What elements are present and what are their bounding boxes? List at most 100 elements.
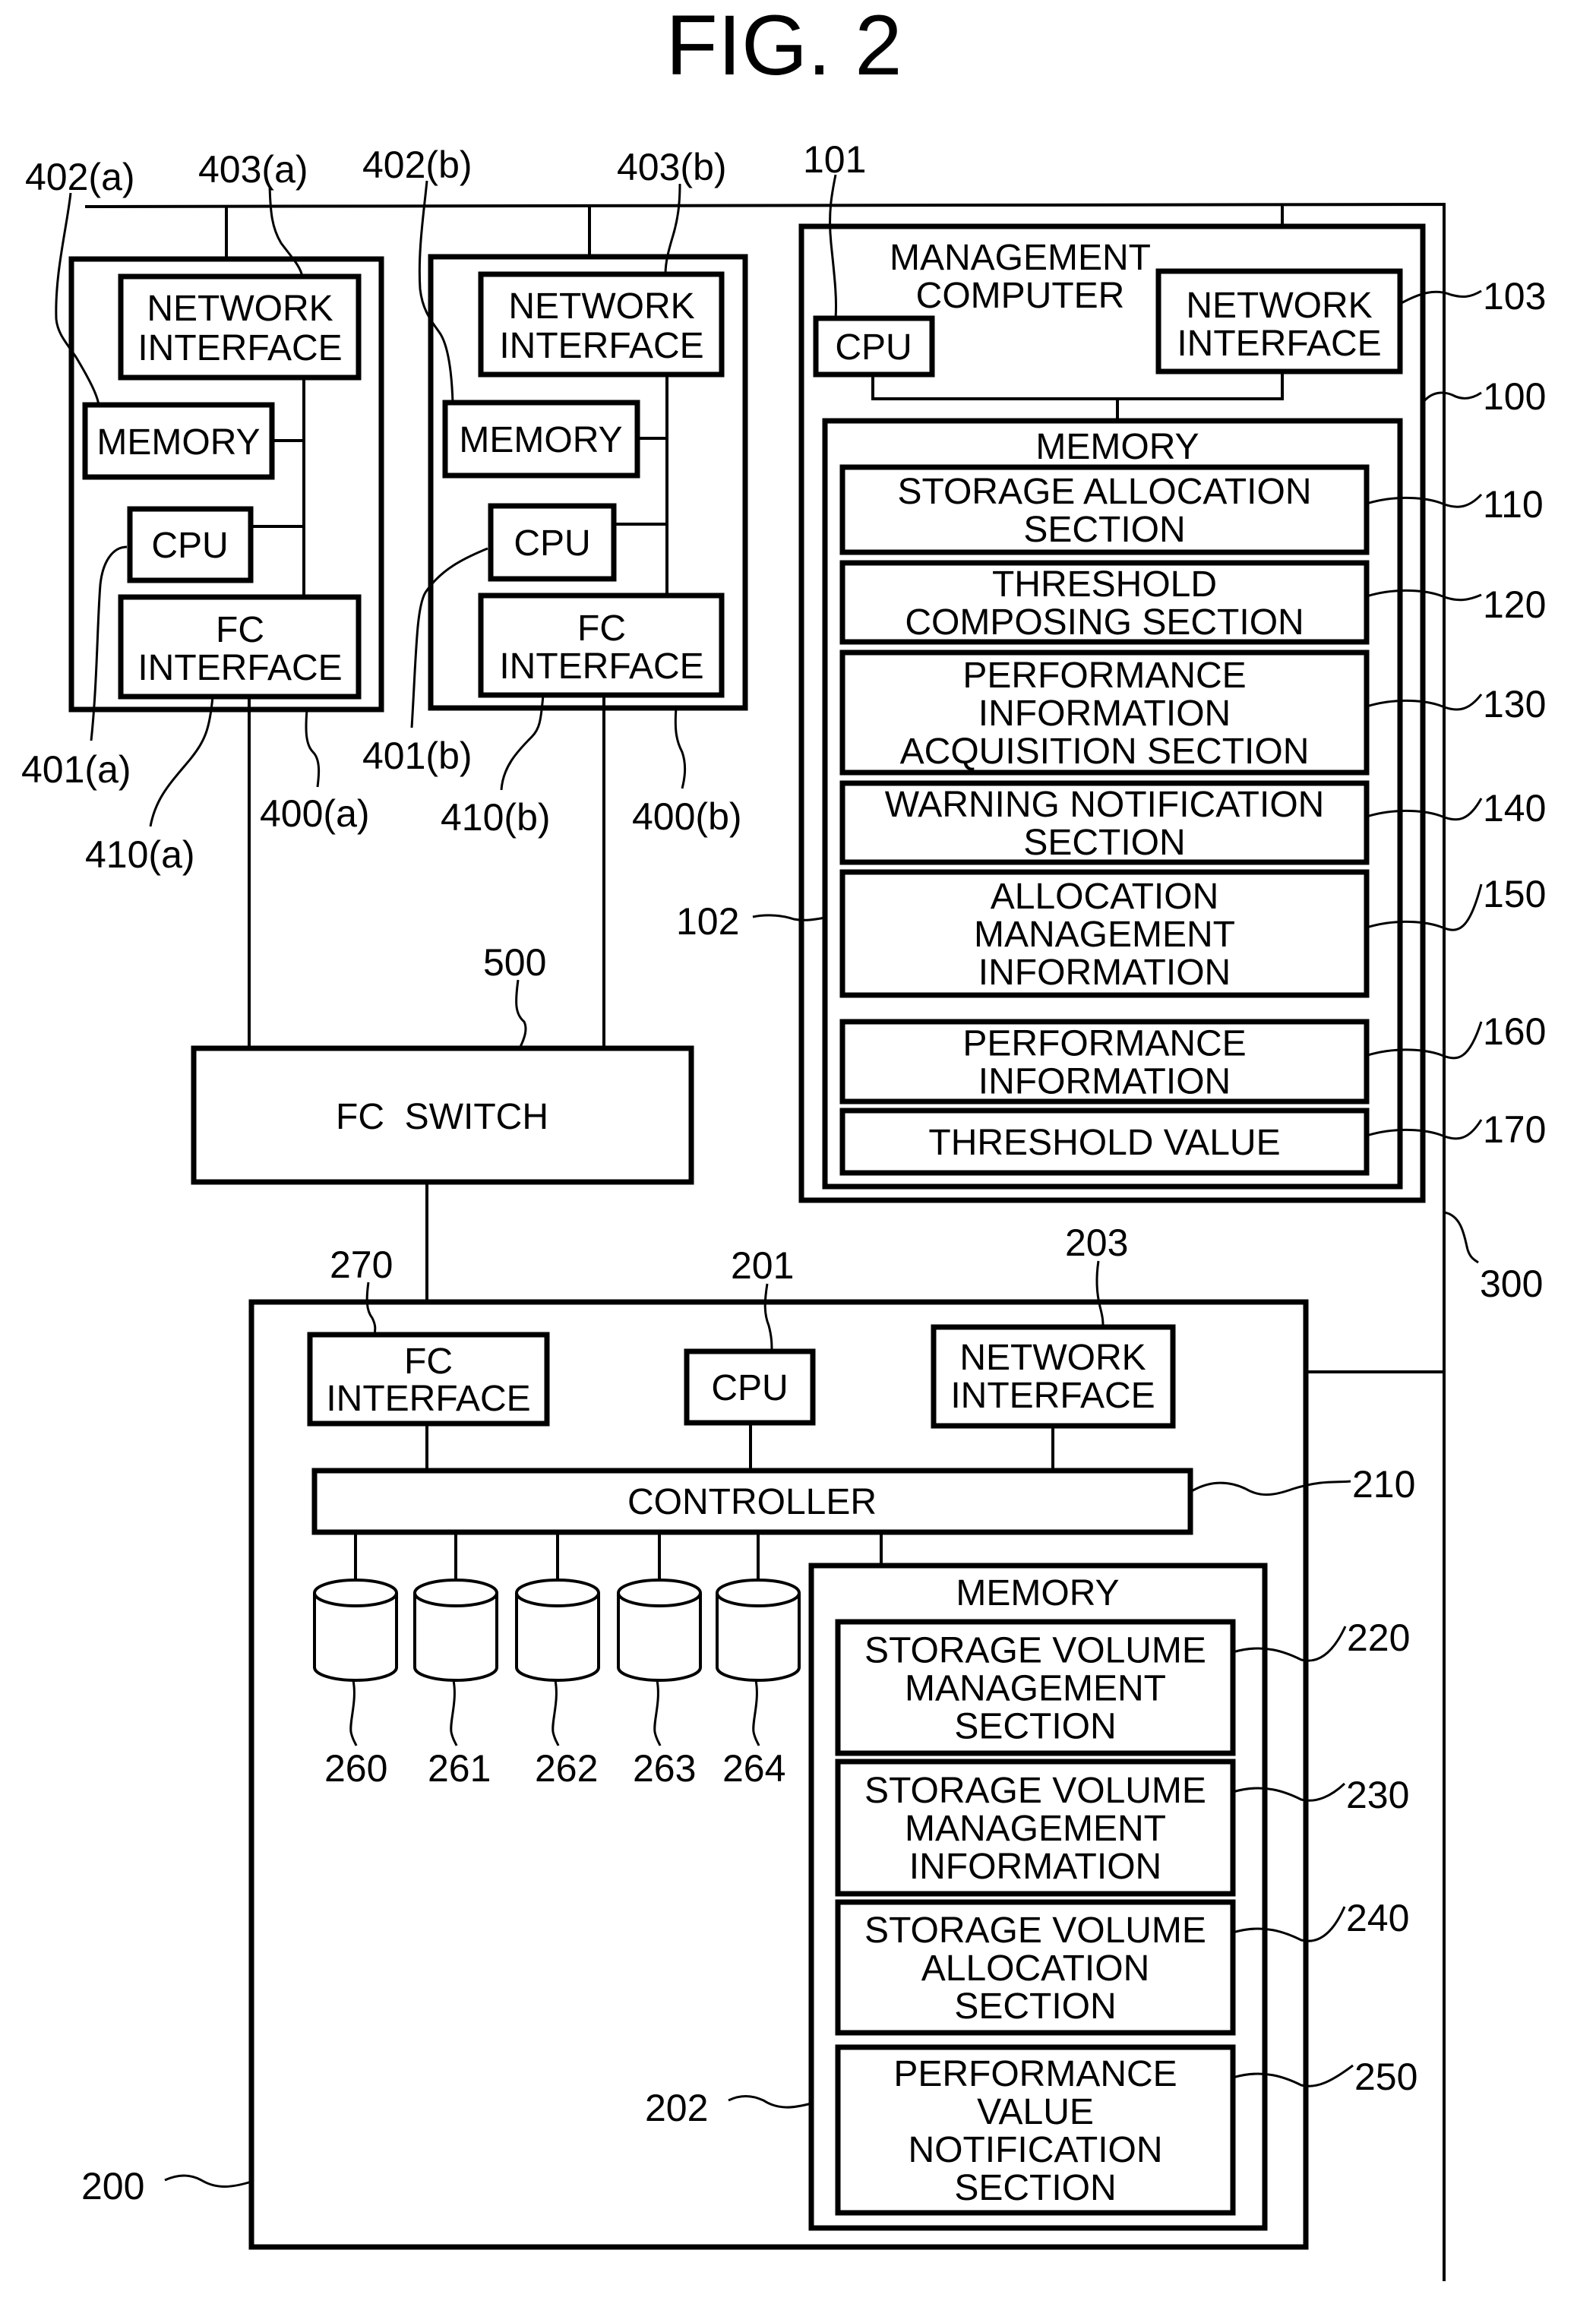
storage-memory-sections: STORAGE VOLUMEMANAGEMENTSECTION220STORAG… [835,1616,1417,2216]
ref-220: 220 [1347,1616,1410,1659]
ref-261: 261 [428,1747,491,1790]
ref-410a: 410(a) [85,833,195,876]
leader-100 [1421,391,1482,403]
storage-fc-interface-label-1: FC [404,1342,453,1382]
host-b-memory-label: MEMORY [459,420,622,460]
leader-400b [674,707,687,789]
mgmt-cpu-label: CPU [835,327,912,368]
host-b-cpu-label: CPU [514,523,590,564]
storage-section-250-label-2: VALUE [977,2092,1094,2132]
storage-section-240-label-1: STORAGE VOLUME [864,1910,1206,1951]
ref-263: 263 [633,1747,696,1790]
storage-section-240-label-3: SECTION [954,1986,1116,2027]
ref-160: 160 [1483,1010,1546,1053]
mgmt-memory-sections: STORAGE ALLOCATIONSECTION 110 THRESHOLDCOM… [839,464,1546,1176]
mgmt-section-130-label-1: PERFORMANCE [962,656,1246,696]
mgmt-section-130-label-3: ACQUISITION SECTION [900,732,1310,772]
host-b-network-interface-label-1: NETWORK [508,286,694,327]
ref-101: 101 [803,138,866,181]
host-b: NETWORK INTERFACE MEMORY CPU FC INTERFAC… [362,144,748,839]
mgmt-section-120-label-1: THRESHOLD [992,564,1217,605]
leader-200 [164,2174,252,2188]
host-a-memory-label: MEMORY [96,422,260,463]
mgmt-section-150-label-2: MANAGEMENT [974,915,1235,955]
host-a: NETWORK INTERFACE MEMORY CPU FC INTERFAC… [21,148,384,876]
ref-240: 240 [1346,1897,1409,1939]
storage-section-220-label-2: MANAGEMENT [905,1669,1166,1709]
ref-150: 150 [1483,873,1546,915]
mgmt-section-170-label-1: THRESHOLD VALUE [928,1123,1280,1163]
system-block-diagram: FIG. 2 300 NETWORK INTERFACE MEMORY CPU … [21,0,1546,2281]
mgmt-section-110-label-2: SECTION [1023,510,1185,550]
ref-270: 270 [330,1244,393,1286]
ref-201: 201 [731,1244,794,1287]
management-computer: MANAGEMENT COMPUTER CPU NETWORK INTERFAC… [676,138,1546,1203]
storage-fc-interface-label-2: INTERFACE [326,1379,530,1419]
storage-section-230-label-2: MANAGEMENT [905,1809,1166,1849]
storage-section-250-label-4: SECTION [954,2168,1116,2208]
storage-memory-label: MEMORY [956,1573,1119,1613]
mgmt-section-150-label-1: ALLOCATION [991,877,1219,917]
mgmt-section-140-label-1: WARNING NOTIFICATION [885,785,1325,825]
ref-170: 170 [1483,1108,1546,1151]
storage-section-250-label-3: NOTIFICATION [908,2130,1162,2170]
ref-130: 130 [1483,683,1546,725]
host-a-cpu-label: CPU [151,526,228,566]
ref-140: 140 [1483,787,1546,830]
management-computer-title-1: MANAGEMENT [890,238,1151,278]
ref-264: 264 [722,1747,785,1790]
figure-title: FIG. 2 [665,0,902,93]
mgmt-section-120-label-2: COMPOSING SECTION [905,602,1304,643]
storage-subsystem: FC INTERFACE CPU NETWORK INTERFACE CONTR… [81,1221,1417,2250]
host-b-fc-interface-label-2: INTERFACE [499,646,703,687]
management-computer-title-2: COMPUTER [916,276,1125,316]
ref-262: 262 [535,1747,598,1790]
host-a-network-interface-label-2: INTERFACE [137,328,342,368]
fc-switch-group: FC SWITCH 500 [191,695,694,1335]
ref-402b: 402(b) [362,144,472,186]
storage-section-240-label-2: ALLOCATION [921,1948,1150,1989]
storage-section-250-label-1: PERFORMANCE [893,2054,1177,2094]
controller-label: CONTROLLER [627,1482,877,1522]
mgmt-network-interface-label-1: NETWORK [1186,286,1372,326]
ref-110: 110 [1483,483,1544,526]
host-a-fc-interface-label-2: INTERFACE [137,648,342,688]
mgmt-network-interface-label-2: INTERFACE [1177,324,1381,364]
ref-120: 120 [1483,583,1546,626]
leader-400a [305,709,321,788]
mgmt-section-110-label-1: STORAGE ALLOCATION [897,472,1311,512]
host-a-fc-interface-label-1: FC [216,610,264,650]
ref-202: 202 [645,2087,708,2129]
storage-network-interface-label-1: NETWORK [959,1338,1146,1378]
ref-260: 260 [324,1747,387,1790]
ref-200: 200 [81,2165,144,2207]
ref-403b: 403(b) [617,146,727,188]
fc-switch-label: FC SWITCH [336,1097,548,1137]
ref-103: 103 [1483,275,1546,318]
ref-100: 100 [1483,375,1546,418]
leader-500 [515,979,527,1049]
ref-500: 500 [483,941,546,984]
storage-section-230-label-3: INFORMATION [909,1847,1161,1887]
ref-400a: 400(a) [260,792,370,835]
storage-cpu-label: CPU [711,1368,788,1408]
host-a-network-interface-label-1: NETWORK [147,289,333,329]
host-b-network-interface-label-2: INTERFACE [499,326,703,366]
mgmt-section-160-label-2: INFORMATION [978,1062,1231,1102]
leader-300 [1443,1211,1479,1264]
ref-401b: 401(b) [362,735,472,777]
ref-230: 230 [1346,1774,1409,1816]
storage-network-interface-label-2: INTERFACE [950,1376,1155,1416]
host-b-fc-interface-label-1: FC [577,608,626,649]
ref-402a: 402(a) [25,156,135,198]
ref-250: 250 [1354,2056,1417,2098]
storage-section-220-label-3: SECTION [954,1707,1116,1747]
leader-410a [149,696,214,827]
ref-403a: 403(a) [198,148,308,191]
ref-400b: 400(b) [632,795,742,838]
ref-203: 203 [1065,1221,1128,1264]
ref-300: 300 [1480,1263,1543,1305]
ref-401a: 401(a) [21,748,131,791]
ref-210: 210 [1352,1463,1415,1506]
mgmt-section-150-label-3: INFORMATION [978,953,1231,993]
